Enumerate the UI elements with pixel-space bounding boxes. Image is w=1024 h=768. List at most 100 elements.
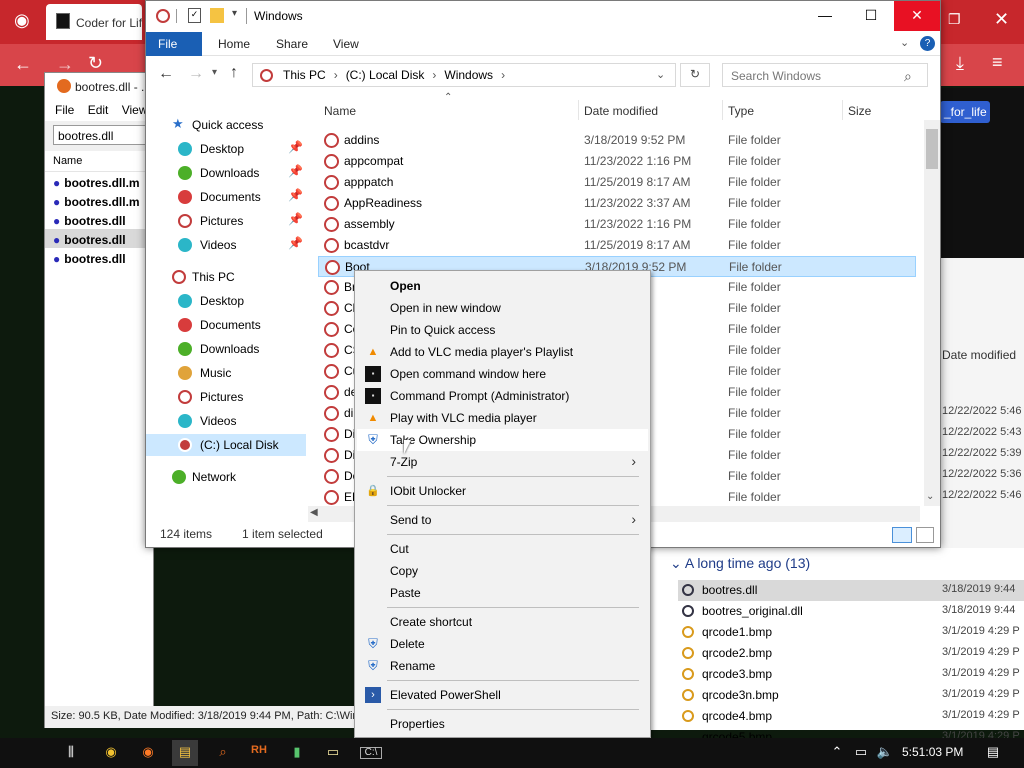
- breadcrumb-local-disk[interactable]: (C:) Local Disk: [346, 68, 425, 82]
- tab-view[interactable]: View: [321, 32, 371, 56]
- table-row[interactable]: apppatch 11/25/2019 8:17 AM File folder: [318, 172, 916, 193]
- menu-item-delete[interactable]: ⛨ Delete: [357, 633, 648, 655]
- list-item[interactable]: ● bootres.dll.m: [45, 191, 153, 210]
- new-folder-icon[interactable]: [210, 8, 224, 23]
- notifications-icon[interactable]: ▤: [982, 744, 1004, 762]
- breadcrumb-this-pc[interactable]: This PC: [283, 68, 326, 82]
- show-hidden-icons[interactable]: ⌃: [826, 744, 848, 762]
- column-header-date[interactable]: Date modified: [942, 348, 1016, 362]
- menu-file[interactable]: File: [55, 103, 74, 117]
- forward-arrow-icon[interactable]: →: [188, 65, 204, 83]
- menu-item-play-with-vlc-media-player[interactable]: ▲ Play with VLC media player: [357, 407, 648, 429]
- list-item[interactable]: qrcode1.bmp 3/1/2019 4:29 P: [678, 622, 1024, 643]
- column-header-name[interactable]: Name: [45, 151, 153, 172]
- nav-quick-desktop[interactable]: Desktop 📌: [146, 138, 306, 160]
- search-icon[interactable]: ⌕: [904, 68, 912, 85]
- menu-item-properties[interactable]: Properties: [357, 713, 648, 735]
- close-button[interactable]: ✕: [894, 1, 940, 31]
- expand-ribbon-icon[interactable]: ⌄: [900, 36, 909, 49]
- taskbar-clock[interactable]: 5:51:03 PM: [902, 745, 963, 759]
- table-row[interactable]: assembly 11/23/2022 1:16 PM File folder: [318, 214, 916, 235]
- chrome-icon[interactable]: ◉: [100, 744, 122, 762]
- up-arrow-icon[interactable]: ↑: [230, 64, 238, 82]
- menu-item-copy[interactable]: Copy: [357, 560, 648, 582]
- menu-item-create-shortcut[interactable]: Create shortcut: [357, 611, 648, 633]
- restore-icon[interactable]: ❐: [948, 11, 961, 28]
- menu-item-iobit-unlocker[interactable]: 🔒 IObit Unlocker: [357, 480, 648, 502]
- pin-icon[interactable]: 📌: [288, 188, 303, 202]
- chevron-down-icon[interactable]: ▾: [232, 8, 237, 19]
- large-icons-view-button[interactable]: [916, 527, 934, 543]
- list-item[interactable]: bootres.dll 3/18/2019 9:44: [678, 580, 1024, 601]
- firefox-icon[interactable]: ◉: [14, 10, 30, 31]
- back-arrow-icon[interactable]: ←: [14, 54, 32, 75]
- scrollbar-thumb[interactable]: [926, 129, 938, 169]
- menu-item-cut[interactable]: Cut: [357, 538, 648, 560]
- column-header-size[interactable]: Size: [848, 104, 871, 118]
- pin-icon[interactable]: 📌: [288, 140, 303, 154]
- search-input[interactable]: bootres.dll: [53, 125, 149, 145]
- scroll-down-icon[interactable]: ⌄: [926, 491, 934, 502]
- close-icon[interactable]: ✕: [994, 9, 1009, 30]
- pin-icon[interactable]: 📌: [288, 212, 303, 226]
- task-view-icon[interactable]: ⫼: [60, 744, 82, 762]
- reload-icon[interactable]: ↻: [88, 53, 103, 74]
- tab-home[interactable]: Home: [206, 32, 262, 56]
- table-row[interactable]: AppReadiness 11/23/2022 3:37 AM File folde…: [318, 193, 916, 214]
- list-item[interactable]: qrcode4.bmp 3/1/2019 4:29 P: [678, 706, 1024, 727]
- chevron-down-icon[interactable]: ⌄: [656, 68, 665, 81]
- volume-icon[interactable]: 🔈: [874, 744, 896, 762]
- tab-share[interactable]: Share: [264, 32, 320, 56]
- tab-file[interactable]: File: [146, 32, 202, 56]
- chevron-right-icon[interactable]: ›: [334, 68, 338, 82]
- list-item[interactable]: ● bootres.dll: [45, 210, 153, 229]
- pin-icon[interactable]: 📌: [288, 236, 303, 250]
- taskbar-tag[interactable]: _for_life: [940, 101, 990, 123]
- menu-item-pin-to-quick-access[interactable]: Pin to Quick access: [357, 319, 648, 341]
- explorer-icon[interactable]: ▤: [172, 740, 198, 766]
- download-icon[interactable]: ⤓: [956, 53, 964, 74]
- maximize-button[interactable]: ☐: [848, 1, 894, 31]
- pin-icon[interactable]: 📌: [288, 164, 303, 178]
- list-item[interactable]: ● bootres.dll: [45, 229, 153, 248]
- nav-pc-downloads[interactable]: Downloads: [146, 338, 306, 360]
- menu-icon[interactable]: ≡: [992, 52, 1003, 73]
- chevron-right-icon[interactable]: ›: [432, 68, 436, 82]
- column-header-name[interactable]: Name: [324, 104, 356, 118]
- list-item[interactable]: qrcode3n.bmp 3/1/2019 4:29 P: [678, 685, 1024, 706]
- chevron-right-icon[interactable]: ›: [501, 68, 505, 82]
- column-divider[interactable]: [578, 100, 579, 120]
- menu-edit[interactable]: Edit: [88, 103, 109, 117]
- nav-quick-downloads[interactable]: Downloads 📌: [146, 162, 306, 184]
- list-item[interactable]: ● bootres.dll: [45, 248, 153, 267]
- notepad-icon[interactable]: ▮: [286, 744, 308, 762]
- details-view-button[interactable]: [892, 527, 912, 543]
- nav-quick-documents[interactable]: Documents 📌: [146, 186, 306, 208]
- properties-icon[interactable]: ✓: [188, 8, 201, 23]
- menu-item-open-in-new-window[interactable]: Open in new window: [357, 297, 648, 319]
- menu-item-add-to-vlc-media-player-s-playlist[interactable]: ▲ Add to VLC media player's Playlist: [357, 341, 648, 363]
- table-row[interactable]: addins 3/18/2019 9:52 PM File folder: [318, 130, 916, 151]
- list-item[interactable]: ● bootres.dll.m: [45, 172, 153, 191]
- menu-item-send-to[interactable]: Send to ›: [357, 509, 648, 531]
- nav-pc-music[interactable]: Music: [146, 362, 306, 384]
- menu-item-paste[interactable]: Paste: [357, 582, 648, 604]
- list-item[interactable]: qrcode3.bmp 3/1/2019 4:29 P: [678, 664, 1024, 685]
- menu-item-open[interactable]: Open: [357, 275, 648, 297]
- menu-item-rename[interactable]: ⛨ Rename: [357, 655, 648, 677]
- column-header-date[interactable]: Date modified: [584, 104, 658, 118]
- table-row[interactable]: appcompat 11/23/2022 1:16 PM File folder: [318, 151, 916, 172]
- firefox-icon[interactable]: ◉: [137, 744, 159, 762]
- list-item[interactable]: bootres_original.dll 3/18/2019 9:44: [678, 601, 1024, 622]
- column-divider[interactable]: [842, 100, 843, 120]
- menu-item-open-command-window-here[interactable]: ▪ Open command window here: [357, 363, 648, 385]
- nav-network[interactable]: Network: [146, 466, 306, 488]
- nav-this-pc[interactable]: This PC: [146, 266, 306, 288]
- column-divider[interactable]: [722, 100, 723, 120]
- column-header-type[interactable]: Type: [728, 104, 754, 118]
- nav-pc-local-disk[interactable]: (C:) Local Disk: [146, 434, 306, 456]
- menu-item-take-ownership[interactable]: ⛨ Take Ownership: [357, 429, 648, 451]
- nav-quick-videos[interactable]: Videos 📌: [146, 234, 306, 256]
- nav-pc-desktop[interactable]: Desktop: [146, 290, 306, 312]
- table-row[interactable]: bcastdvr 11/25/2019 8:17 AM File folder: [318, 235, 916, 256]
